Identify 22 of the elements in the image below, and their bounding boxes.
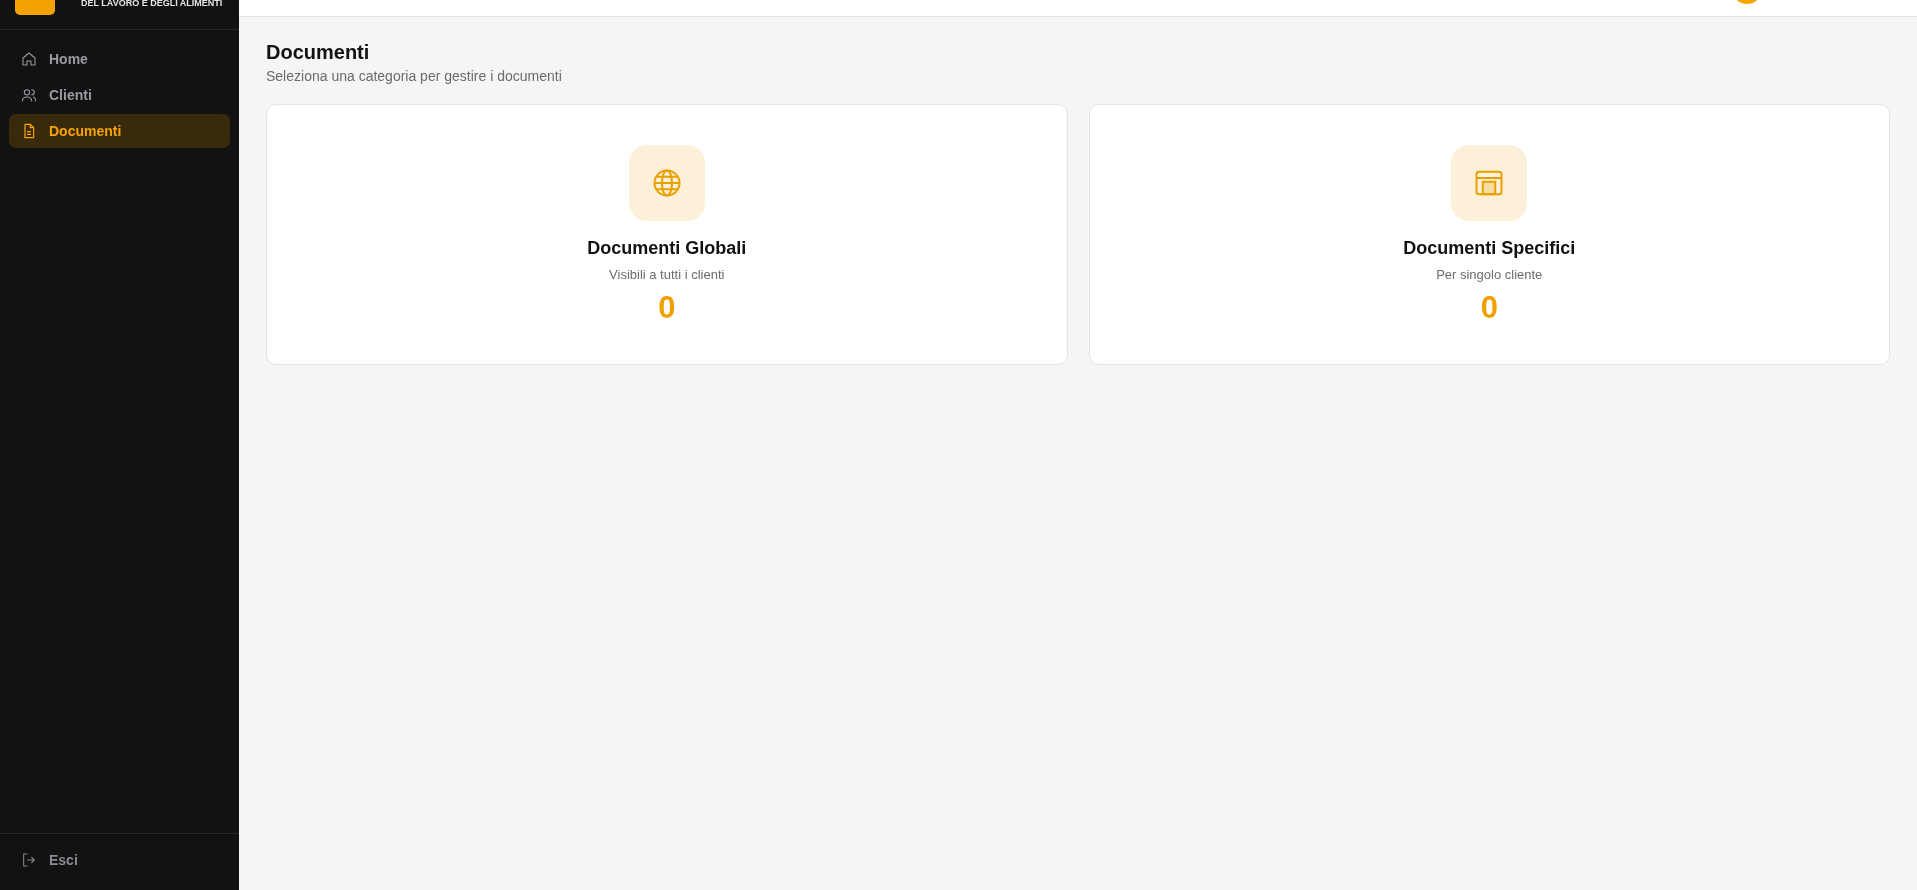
window-icon (1474, 168, 1505, 198)
document-icon (21, 123, 37, 139)
category-card[interactable]: Documenti Globali Visibili a tutti i clienti 0 (266, 104, 1068, 365)
nav-item[interactable]: Documenti (9, 114, 230, 148)
card-title: Documenti Globali (587, 238, 747, 259)
document-count: 0 (1480, 290, 1498, 326)
nav-item[interactable]: Home (9, 42, 230, 76)
card-title: Documenti Specifici (1403, 238, 1576, 259)
logout-icon (21, 852, 37, 868)
nav-item[interactable]: Clienti (9, 78, 230, 112)
category-card[interactable]: Documenti Specifici Per singolo cliente 0 (1088, 104, 1890, 365)
logout-button[interactable]: Esci (21, 852, 218, 868)
users-icon (21, 87, 37, 103)
home-icon (21, 51, 37, 67)
page-subtitle: Seleziona una categoria per gestire i documenti (266, 68, 563, 84)
document-count: 0 (658, 290, 676, 326)
page-title: Documenti (266, 41, 371, 64)
card-subtitle: Visibili a tutti i clienti (609, 267, 725, 282)
logo (15, 0, 55, 15)
brand-subtitle: DEL LAVORO E DEGLI ALIMENTI (81, 0, 223, 8)
card-subtitle: Per singolo cliente (1436, 267, 1543, 282)
globe-icon (651, 168, 682, 198)
